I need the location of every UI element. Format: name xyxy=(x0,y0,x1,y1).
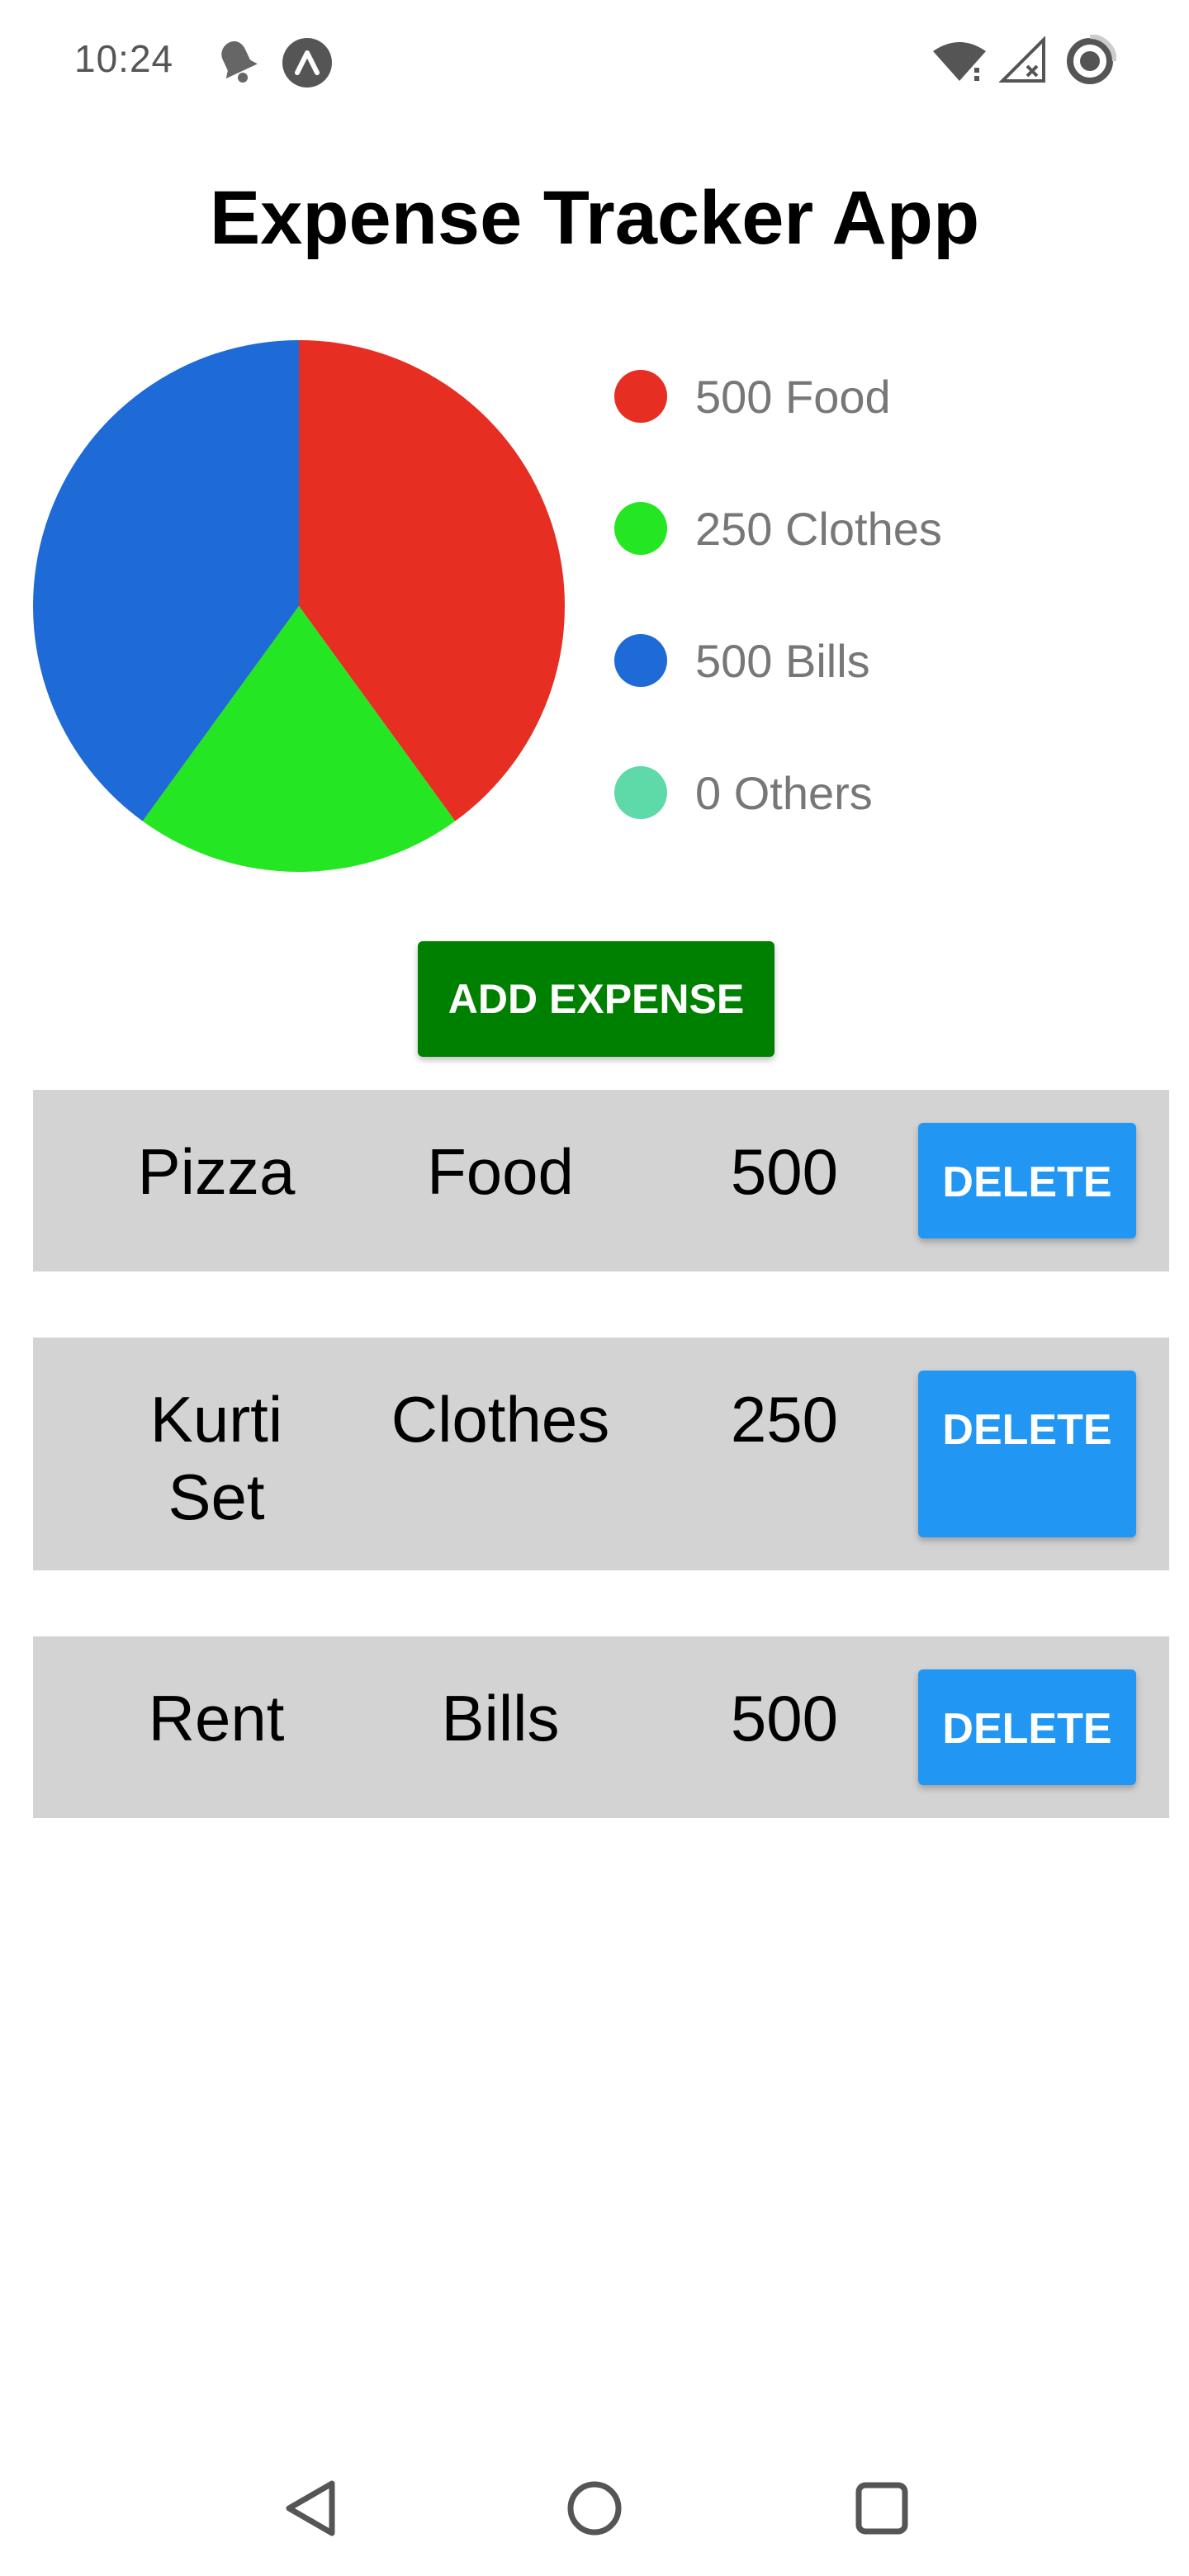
expense-row-kurti-set: Kurti Set Clothes 250 DELETE xyxy=(33,1338,1169,1570)
expense-amount: 500 xyxy=(730,1135,839,1208)
status-bar: 10:24 xyxy=(0,0,1189,124)
expense-amount: 250 xyxy=(730,1383,839,1456)
legend-label-others: 0 Others xyxy=(695,766,873,819)
legend-item-food: 500 Food xyxy=(614,363,1151,429)
expense-row-pizza: Pizza Food 500 DELETE xyxy=(33,1090,1169,1271)
recents-icon[interactable] xyxy=(849,2475,915,2541)
back-icon[interactable] xyxy=(277,2475,343,2541)
pie-svg xyxy=(33,340,565,872)
legend-dot-bills xyxy=(614,634,667,687)
expo-app-icon xyxy=(282,38,332,88)
status-time: 10:24 xyxy=(74,37,174,80)
legend-item-bills: 500 Bills xyxy=(614,627,1151,694)
expense-category: Bills xyxy=(441,1682,560,1754)
wifi-icon xyxy=(933,42,986,81)
screen: 10:24 Expense Tracker App 500 Food 250 C… xyxy=(0,0,1189,2576)
expense-name: Rent xyxy=(148,1682,285,1754)
expense-row-rent: Rent Bills 500 DELETE xyxy=(33,1636,1169,1818)
expense-category: Food xyxy=(427,1135,574,1208)
no-signal-icon xyxy=(999,36,1045,83)
system-nav-bar xyxy=(0,2444,1189,2576)
legend-dot-food xyxy=(614,370,667,423)
delete-button-pizza[interactable]: DELETE xyxy=(918,1123,1136,1238)
expense-name: Kurti Set xyxy=(149,1383,283,1533)
add-expense-button[interactable]: ADD EXPENSE xyxy=(418,941,775,1057)
legend-label-bills: 500 Bills xyxy=(695,634,870,687)
legend-dot-clothes xyxy=(614,502,667,555)
expense-name: Pizza xyxy=(137,1135,296,1208)
expense-amount: 500 xyxy=(730,1682,839,1754)
legend-item-others: 0 Others xyxy=(614,760,1151,826)
delete-button-rent[interactable]: DELETE xyxy=(918,1669,1136,1785)
legend-item-clothes: 250 Clothes xyxy=(614,495,1151,561)
notification-bell-icon xyxy=(221,41,258,83)
home-icon[interactable] xyxy=(561,2475,628,2541)
delete-button-kurti-set[interactable]: DELETE xyxy=(918,1371,1136,1537)
expense-pie-chart xyxy=(33,340,565,872)
page-title: Expense Tracker App xyxy=(209,176,980,260)
battery-saver-icon xyxy=(1067,35,1116,84)
legend-label-food: 500 Food xyxy=(695,370,891,423)
legend-dot-others xyxy=(614,766,667,819)
expense-category: Clothes xyxy=(391,1383,610,1456)
legend-label-clothes: 250 Clothes xyxy=(695,502,942,555)
